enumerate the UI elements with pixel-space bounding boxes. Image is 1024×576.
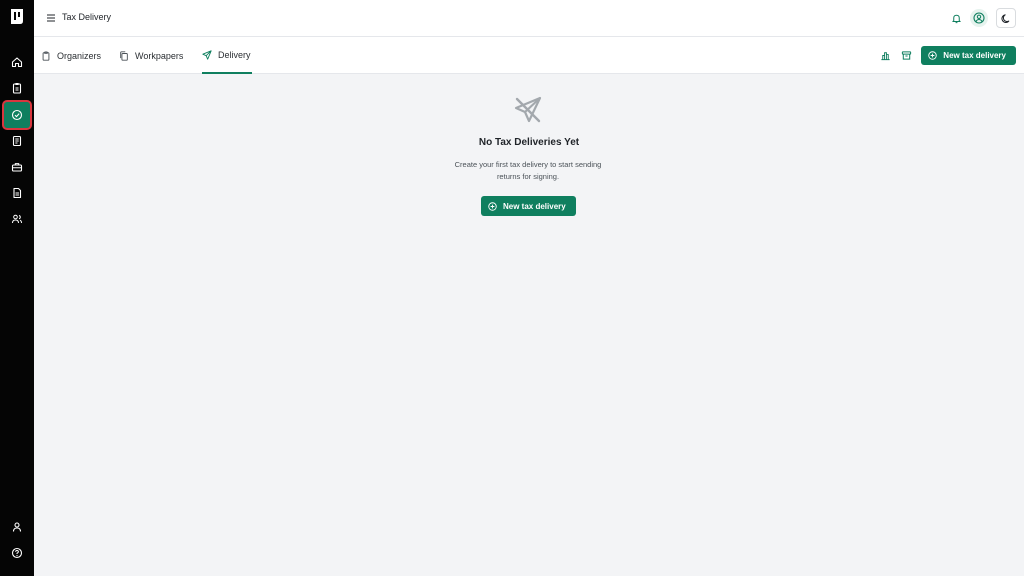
sidebar-item-documents[interactable]: [5, 129, 29, 153]
top-bar: Tax Delivery: [34, 0, 1024, 37]
tabs-bar: Organizers Workpapers Delivery New tax d…: [34, 37, 1024, 74]
page-title: Tax Delivery: [62, 12, 112, 22]
users-icon: [12, 214, 22, 224]
sidebar-item-organizers[interactable]: [5, 76, 29, 100]
sidebar-item-files[interactable]: [5, 181, 29, 205]
sidebar-item-home[interactable]: [5, 50, 29, 74]
new-tax-delivery-button[interactable]: New tax delivery: [921, 46, 1016, 65]
receipt-icon: [12, 135, 22, 147]
plus-circle-icon: [488, 201, 497, 211]
notifications-button[interactable]: [950, 12, 962, 24]
menu-icon[interactable]: [46, 12, 56, 24]
button-label: New tax delivery: [503, 201, 566, 211]
bar-chart-icon: [881, 52, 890, 61]
empty-state-title: No Tax Deliveries Yet: [478, 137, 580, 148]
moon-icon: [1000, 13, 1009, 23]
send-icon: [202, 49, 212, 60]
home-icon: [11, 57, 23, 68]
new-tax-delivery-cta-button[interactable]: New tax delivery: [481, 196, 576, 216]
briefcase-icon: [11, 163, 23, 172]
button-label: New tax delivery: [943, 51, 1006, 60]
plus-circle-icon: [928, 51, 937, 60]
tab-organizers[interactable]: Organizers: [41, 37, 101, 74]
archive-button[interactable]: [900, 50, 912, 62]
sidebar-item-help[interactable]: [5, 541, 29, 565]
send-off-icon: [514, 96, 542, 123]
user-circle-icon: [973, 12, 985, 24]
clipboard-icon: [42, 50, 50, 61]
avatar[interactable]: [970, 9, 988, 27]
bell-icon: [951, 14, 961, 23]
archive-icon: [901, 51, 911, 60]
help-icon: [11, 547, 23, 559]
sidebar-item-profile[interactable]: [5, 515, 29, 539]
logo-icon[interactable]: [9, 8, 25, 25]
tab-label: Delivery: [218, 49, 251, 60]
user-icon: [12, 522, 22, 532]
sidebar-item-business[interactable]: [5, 155, 29, 179]
sidebar-item-clients[interactable]: [5, 207, 29, 231]
theme-toggle-button[interactable]: [996, 8, 1016, 28]
sidebar: [0, 0, 34, 576]
empty-state: No Tax Deliveries Yet Create your first …: [34, 74, 1024, 576]
file-icon: [13, 187, 22, 199]
analytics-button[interactable]: [879, 50, 891, 62]
tab-delivery[interactable]: Delivery: [202, 37, 252, 74]
copy-icon: [120, 50, 128, 61]
check-circle-icon: [11, 109, 23, 121]
tab-label: Workpapers: [135, 50, 184, 61]
tab-label: Organizers: [57, 50, 102, 61]
empty-state-description: Create your first tax delivery to start …: [454, 160, 602, 181]
tab-workpapers[interactable]: Workpapers: [119, 37, 183, 74]
clipboard-icon: [12, 83, 22, 94]
sidebar-item-delivery[interactable]: [4, 102, 30, 128]
